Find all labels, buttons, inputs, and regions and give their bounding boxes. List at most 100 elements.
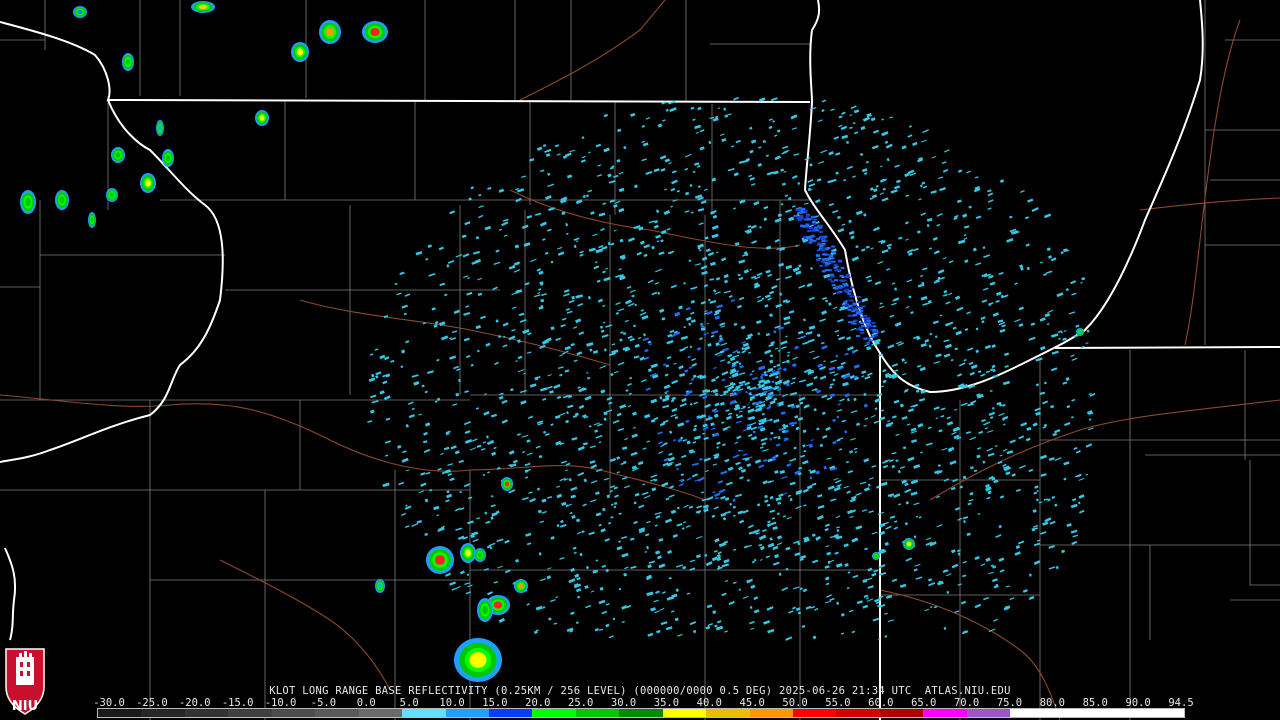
storm-cell: [518, 583, 524, 589]
colorbar-segment: [923, 709, 967, 717]
echo-speckle: [830, 275, 835, 278]
colorbar-segment: [98, 709, 142, 717]
echo-speckle: [857, 311, 862, 314]
colorbar-segment: [662, 709, 707, 717]
echo-speckle: [803, 209, 808, 212]
storm-cell: [259, 115, 265, 121]
echo-speckle: [821, 249, 826, 252]
colorbar-segment: [184, 709, 229, 717]
radar-map: [0, 0, 1280, 720]
echo-speckle: [851, 310, 856, 313]
storm-cell: [504, 481, 510, 487]
echo-speckle: [853, 319, 858, 322]
storm-cell: [158, 125, 162, 131]
echo-speckle: [797, 207, 802, 210]
echo-speckle: [860, 332, 865, 335]
echo-speckle: [860, 329, 864, 331]
echo-speckle: [844, 284, 849, 287]
colorbar-segment: [793, 709, 837, 717]
echo-speckle: [859, 316, 864, 319]
echo-speckle: [795, 208, 800, 211]
echo-speckle: [816, 249, 821, 252]
echo-speckle: [815, 229, 820, 232]
echo-speckle: [872, 328, 877, 331]
echo-speckle: [827, 278, 832, 281]
colorbar-segment: [879, 709, 924, 717]
echo-speckle: [806, 235, 811, 238]
echo-speckle: [872, 331, 877, 333]
echo-speckle: [831, 284, 836, 287]
echo-speckle: [856, 296, 861, 298]
echo-speckle: [821, 238, 826, 241]
storm-cell: [25, 197, 31, 207]
echo-speckle: [827, 260, 832, 263]
echo-speckle: [819, 231, 824, 233]
echo-speckle: [830, 273, 834, 276]
echo-speckle: [840, 267, 845, 270]
storm-cell: [435, 555, 445, 565]
echo-speckle: [815, 259, 820, 262]
echo-speckle: [843, 301, 848, 304]
echo-speckle: [833, 263, 838, 266]
storm-cell: [326, 27, 334, 37]
radar-site: [736, 392, 750, 406]
product-caption: KLOT LONG RANGE BASE REFLECTIVITY (0.25K…: [269, 685, 1011, 697]
colorbar-segment: [315, 709, 359, 717]
echo-speckle: [852, 322, 857, 325]
echo-speckle: [812, 223, 817, 225]
storm-cell: [198, 4, 208, 10]
echo-speckle: [805, 214, 810, 217]
echo-speckle: [847, 292, 852, 295]
echo-speckle: [870, 335, 875, 338]
echo-speckle: [866, 317, 871, 320]
echo-speckle: [872, 325, 877, 328]
echo-speckle: [808, 227, 813, 230]
storm-cell: [482, 605, 488, 615]
echo-speckle: [871, 322, 876, 325]
echo-speckle: [819, 224, 823, 227]
storm-cell: [109, 192, 115, 198]
echo-speckle: [805, 216, 810, 219]
echo-speckle: [849, 299, 854, 302]
echo-speckle: [834, 279, 839, 282]
echo-speckle: [852, 307, 857, 310]
storm-cell: [370, 28, 380, 36]
echo-speckle: [865, 342, 870, 345]
colorbar-segment: [706, 709, 750, 717]
echo-speckle: [811, 215, 815, 218]
echo-speckle: [817, 242, 822, 245]
colorbar-segment: [532, 709, 576, 717]
colorbar-segment: [749, 709, 793, 717]
echo-speckle: [842, 304, 847, 307]
echo-speckle: [830, 280, 835, 283]
echo-speckle: [834, 265, 839, 268]
storm-cell: [378, 583, 382, 589]
echo-speckle: [830, 257, 835, 260]
echo-speckle: [847, 308, 852, 311]
echo-speckle: [826, 246, 831, 249]
echo-speckle: [860, 322, 864, 325]
echo-speckle: [863, 337, 868, 340]
echo-speckle: [866, 319, 871, 322]
echo-speckle: [818, 247, 823, 250]
echo-speckle: [819, 264, 824, 267]
echo-speckle: [839, 274, 844, 277]
storm-cell: [90, 217, 94, 223]
storm-cell: [145, 179, 151, 187]
colorbar-segment: [402, 709, 446, 717]
storm-cell: [59, 196, 65, 204]
echo-speckle: [838, 260, 843, 263]
echo-speckle: [865, 322, 870, 325]
colorbar-segment: [488, 709, 533, 717]
echo-speckle: [812, 239, 817, 242]
reflectivity-colorbar: [97, 708, 1185, 718]
logo-text: NIU: [11, 699, 39, 714]
echo-speckle: [827, 253, 832, 256]
colorbar-segment: [966, 709, 1011, 717]
map-background: [0, 0, 1280, 720]
echo-speckle: [856, 301, 861, 303]
colorbar-segment: [228, 709, 272, 717]
echo-speckle: [847, 314, 852, 317]
echo-speckle: [874, 334, 879, 337]
echo-speckle: [821, 270, 826, 273]
